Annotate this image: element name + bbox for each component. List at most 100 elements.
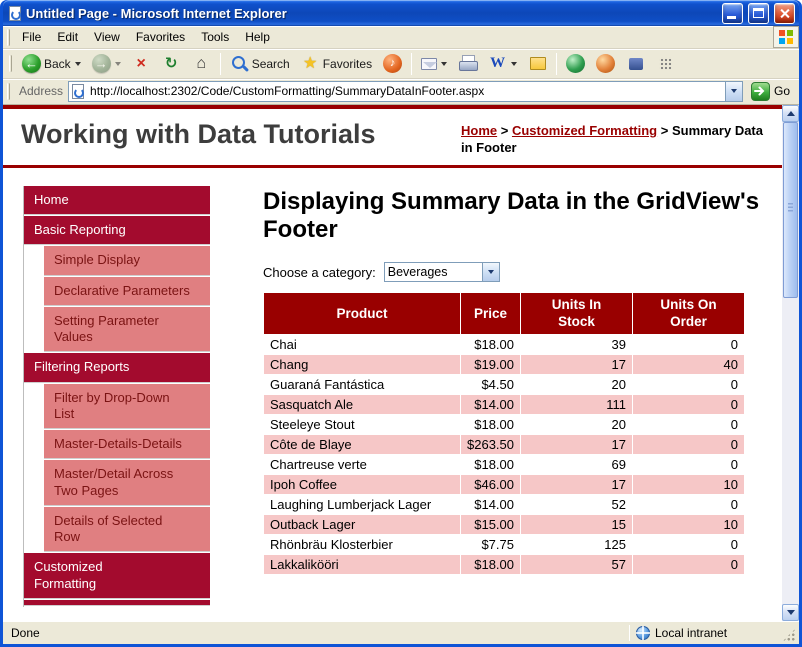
contacts-button[interactable] [591, 51, 620, 76]
category-select[interactable]: Beverages [383, 262, 500, 283]
forward-icon: → [91, 54, 111, 73]
search-button[interactable]: Search [225, 51, 295, 76]
maximize-icon [753, 7, 764, 18]
sidebar-item-customized-formatting[interactable]: Customized Formatting [24, 553, 210, 599]
sidebar-item-filtering-reports[interactable]: Filtering Reports [24, 353, 210, 383]
cell-value: 0 [632, 373, 745, 395]
scrollbar-track[interactable] [782, 122, 799, 604]
breadcrumb-link-home[interactable]: Home [461, 123, 497, 138]
category-select-value: Beverages [387, 265, 448, 280]
sidebar-item-details-of-selected-row[interactable]: Details of Selected Row [44, 506, 210, 553]
address-field[interactable] [68, 80, 743, 102]
back-button-label: Back [44, 56, 71, 71]
close-icon [779, 8, 790, 19]
stop-icon: × [136, 54, 146, 72]
sidebar-item-declarative-parameters[interactable]: Declarative Parameters [44, 276, 210, 306]
addressbar-grip[interactable] [7, 82, 10, 100]
address-input[interactable] [88, 83, 721, 99]
cell-value: 52 [520, 493, 633, 515]
resize-grip[interactable] [782, 628, 796, 642]
media-button[interactable]: ♪ [378, 51, 407, 76]
table-row: Steeleye Stout $18.00 20 0 [263, 413, 745, 435]
select-chevron-down-icon[interactable] [481, 263, 499, 282]
window-title: Untitled Page - Microsoft Internet Explo… [26, 5, 287, 21]
favorites-button[interactable]: ★ Favorites [296, 51, 377, 76]
back-button[interactable]: ← Back [17, 51, 86, 76]
page-body: Home Basic Reporting Simple Display Declara… [3, 168, 782, 607]
vertical-scrollbar[interactable] [782, 105, 799, 621]
toolbar-buttons: ← Back → × ↻ ⌂ Search ★ Favorites ♪ W [17, 51, 795, 76]
sidebar-item-partial[interactable] [24, 599, 210, 606]
cell-value: 10 [632, 513, 745, 535]
menu-favorites[interactable]: Favorites [128, 27, 193, 47]
links-button[interactable] [651, 51, 680, 76]
cell-product: Chai [263, 333, 461, 355]
maximize-button[interactable] [748, 2, 769, 24]
sidebar-item-setting-parameter-values[interactable]: Setting Parameter Values [44, 306, 210, 353]
page-heading: Displaying Summary Data in the GridView'… [263, 187, 760, 244]
address-dropdown-button[interactable] [724, 81, 742, 101]
cell-value: $18.00 [460, 453, 521, 475]
toolbar-separator [411, 52, 413, 75]
sidebar-item-simple-display[interactable]: Simple Display [44, 246, 210, 276]
print-button[interactable] [453, 51, 482, 76]
edit-button[interactable]: W [483, 51, 522, 76]
table-row: Guaraná Fantástica $4.50 20 0 [263, 373, 745, 395]
menu-help[interactable]: Help [237, 27, 278, 47]
cell-product: Chartreuse verte [263, 453, 461, 475]
breadcrumb-separator: > [497, 123, 512, 138]
menu-view[interactable]: View [86, 27, 128, 47]
discuss-icon [528, 54, 547, 73]
title-bar[interactable]: Untitled Page - Microsoft Internet Explo… [3, 0, 799, 26]
sidebar-item-master-details-details[interactable]: Master-Details-Details [44, 430, 210, 460]
column-header-units-on-order: Units On Order [632, 292, 745, 335]
sidebar-item-master-detail-across-two-pages[interactable]: Master/Detail Across Two Pages [44, 460, 210, 506]
table-row: Laughing Lumberjack Lager $14.00 52 0 [263, 493, 745, 515]
forward-button[interactable]: → [87, 51, 126, 76]
menu-tools[interactable]: Tools [193, 27, 237, 47]
messenger-button[interactable] [561, 51, 590, 76]
toolbar-grip[interactable] [9, 55, 12, 72]
table-row: Rhönbräu Klosterbier $7.75 125 0 [263, 533, 745, 555]
breadcrumb-link-customized-formatting[interactable]: Customized Formatting [512, 123, 657, 138]
menubar-grip[interactable] [7, 28, 10, 46]
scroll-up-button[interactable] [782, 105, 799, 122]
menu-edit[interactable]: Edit [49, 27, 86, 47]
column-header-product: Product [263, 292, 461, 335]
sidebar-item-filter-by-drop-down-list[interactable]: Filter by Drop-Down List [44, 383, 210, 430]
menu-file[interactable]: File [14, 27, 49, 47]
masthead: Working with Data Tutorials Home > Custo… [3, 109, 782, 168]
standard-toolbar: ← Back → × ↻ ⌂ Search ★ Favorites ♪ W [3, 49, 799, 79]
book-icon [626, 54, 645, 73]
sidebar-item-basic-reporting[interactable]: Basic Reporting [24, 216, 210, 246]
discuss-button[interactable] [523, 51, 552, 76]
table-row: Chartreuse verte $18.00 69 0 [263, 453, 745, 475]
back-dropdown-icon [74, 61, 81, 66]
search-icon [230, 54, 249, 73]
stop-button[interactable]: × [127, 51, 156, 76]
scroll-down-button[interactable] [782, 604, 799, 621]
close-button[interactable] [774, 2, 795, 24]
toolbar-separator [219, 52, 221, 75]
home-icon: ⌂ [196, 54, 207, 72]
grid-header-row: Product Price Units In Stock Units On Order [263, 292, 745, 335]
refresh-button[interactable]: ↻ [157, 51, 186, 76]
cell-value: $14.00 [460, 393, 521, 415]
site-title: Working with Data Tutorials [21, 119, 376, 149]
table-row: Chai $18.00 39 0 [263, 333, 745, 355]
page-viewport: Working with Data Tutorials Home > Custo… [3, 105, 782, 621]
category-row: Choose a category: Beverages [263, 262, 770, 283]
sidebar-item-home[interactable]: Home [24, 185, 210, 216]
chevron-down-icon [730, 89, 737, 93]
zone-label: Local intranet [655, 626, 728, 640]
minimize-button[interactable] [722, 2, 743, 24]
scrollbar-thumb[interactable] [783, 122, 798, 298]
ie-page-icon [9, 5, 21, 21]
research-button[interactable] [621, 51, 650, 76]
column-header-units-in-stock: Units In Stock [520, 292, 633, 335]
mail-button[interactable] [416, 55, 452, 73]
cell-value: $18.00 [460, 553, 521, 575]
breadcrumb-separator: > [657, 123, 672, 138]
go-button[interactable]: Go [748, 81, 793, 102]
home-button[interactable]: ⌂ [187, 51, 216, 76]
